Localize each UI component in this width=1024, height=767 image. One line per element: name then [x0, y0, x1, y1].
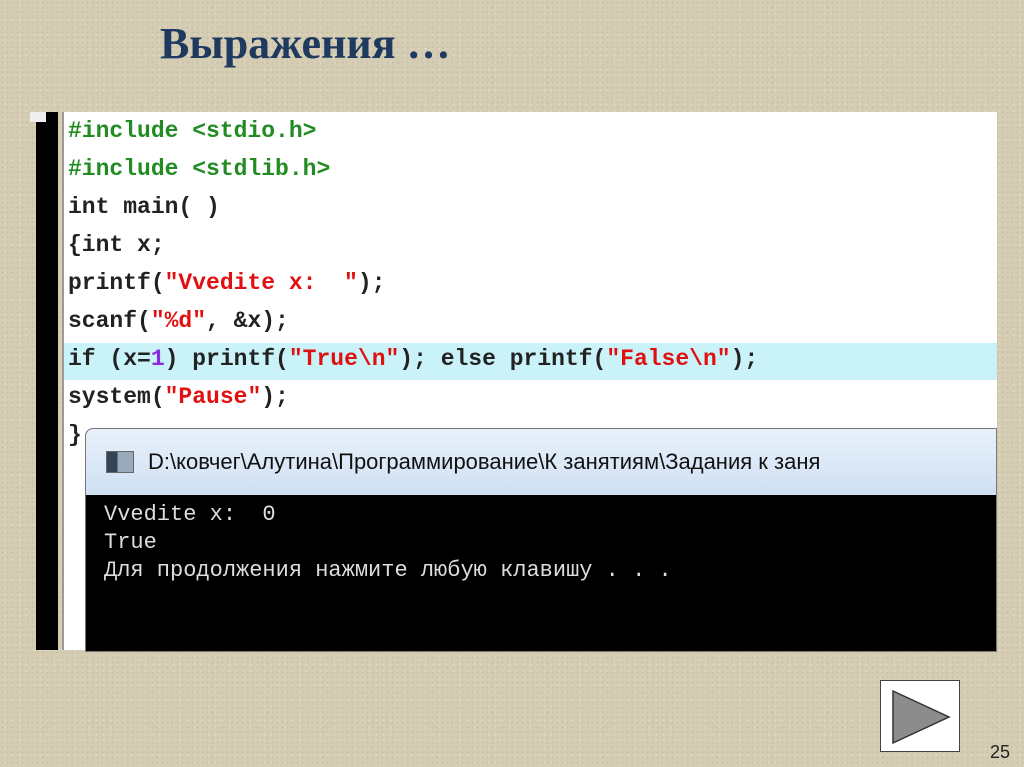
- code-token: }: [68, 422, 82, 448]
- code-token: scanf(: [68, 308, 151, 334]
- console-title: D:\ковчег\Алутина\Программирование\К зан…: [148, 449, 821, 474]
- code-token: "False\n": [606, 346, 731, 372]
- code-token: ) printf(: [164, 346, 289, 372]
- code-line: #include <stdlib.h>: [68, 150, 330, 188]
- console-window[interactable]: D:\ковчег\Алутина\Программирование\К зан…: [85, 428, 997, 652]
- code-token: #include <stdlib.h>: [68, 156, 331, 182]
- code-token: "%d": [150, 308, 207, 334]
- console-app-icon: [106, 451, 134, 473]
- code-line: system("Pause");: [68, 378, 289, 416]
- code-line: printf("Vvedite x: ");: [68, 264, 385, 302]
- code-token: {int x;: [68, 232, 165, 258]
- code-line: int main( ): [68, 188, 220, 226]
- code-token: );: [357, 270, 386, 296]
- code-token: #include <stdio.h>: [68, 118, 317, 144]
- code-token: , &x);: [206, 308, 289, 334]
- editor-gutter: [36, 112, 58, 650]
- code-token: );: [730, 346, 759, 372]
- code-token: int main( ): [68, 194, 220, 220]
- console-line: Для продолжения нажмите любую клавишу . …: [104, 558, 672, 583]
- code-token: printf(: [68, 270, 165, 296]
- slide-title: Выражения …: [160, 19, 451, 68]
- code-token: 1: [150, 346, 165, 372]
- code-line: scanf("%d", &x);: [68, 302, 289, 340]
- code-line: {int x;: [68, 226, 165, 264]
- code-token: "Pause": [164, 384, 262, 410]
- code-line: }: [68, 416, 82, 454]
- console-title-bar[interactable]: D:\ковчег\Алутина\Программирование\К зан…: [86, 429, 996, 495]
- console-line: True: [104, 530, 157, 555]
- code-token: system(: [68, 384, 165, 410]
- code-token: if (x=: [68, 346, 151, 372]
- page-number: 25: [990, 742, 1011, 762]
- code-token: ); else printf(: [399, 346, 607, 372]
- play-icon: [892, 689, 951, 745]
- code-token: "Vvedite x: ": [164, 270, 358, 296]
- gutter-marker: [30, 112, 46, 122]
- next-slide-button[interactable]: [880, 680, 960, 752]
- console-output: Vvedite x: 0 True Для продолжения нажмите …: [86, 495, 996, 585]
- code-token: "True\n": [288, 346, 400, 372]
- code-line: if (x=1) printf("True\n"); else printf("…: [68, 340, 758, 378]
- console-line: Vvedite x: 0: [104, 502, 276, 527]
- code-line: #include <stdio.h>: [68, 112, 316, 150]
- code-token: );: [261, 384, 289, 410]
